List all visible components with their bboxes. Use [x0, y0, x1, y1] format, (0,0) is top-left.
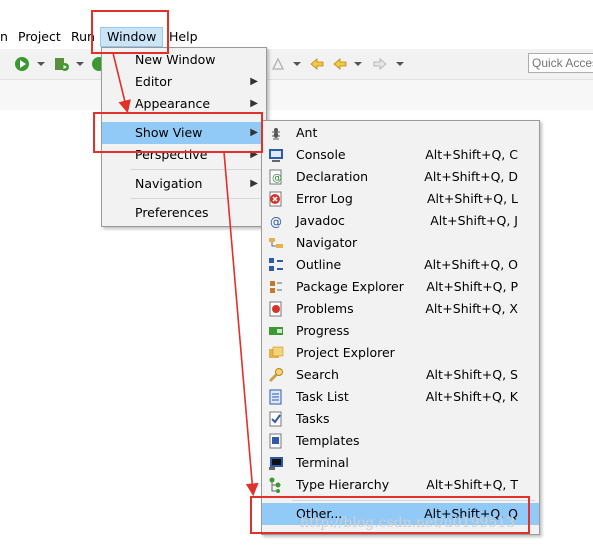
arrow-show-view-to-other [223, 151, 259, 497]
annotation-arrows [112, 52, 259, 497]
arrow-window-to-show-view [112, 52, 131, 114]
